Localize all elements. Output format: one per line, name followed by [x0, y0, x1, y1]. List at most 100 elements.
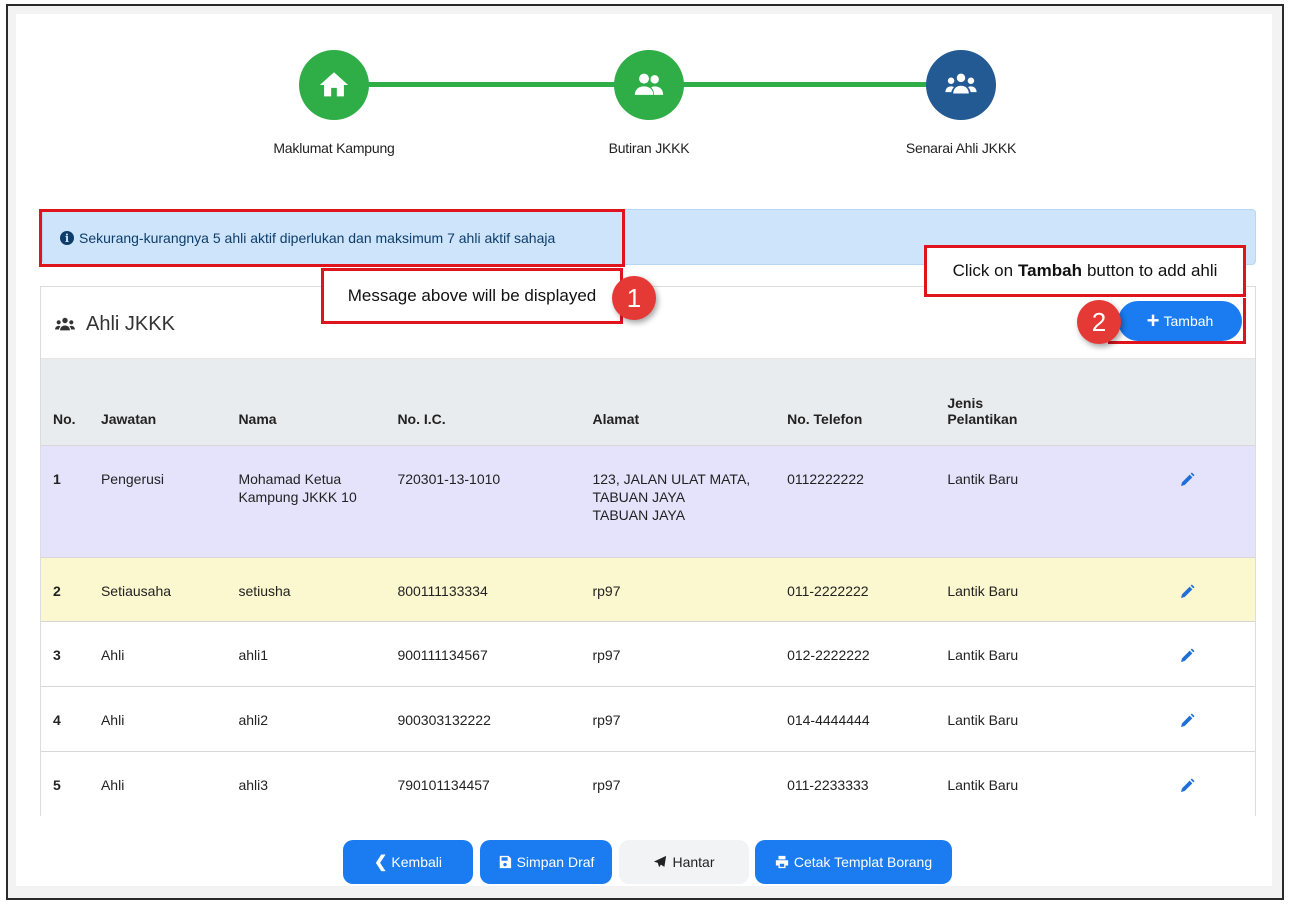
pencil-icon[interactable] — [1179, 583, 1195, 600]
cell-pelantikan: Lantik Baru — [947, 582, 1019, 599]
cell-alamat: rp97 — [592, 582, 621, 599]
col-telefon: No. Telefon — [787, 410, 863, 427]
cell-nama: Mohamad Ketua Kampung JKKK 10 — [226, 445, 385, 557]
paper-plane-icon — [654, 855, 667, 868]
cell-nama: ahli1 — [238, 646, 269, 663]
cell-nama: setiusha — [238, 582, 291, 599]
kembali-label: Kembali — [391, 854, 442, 870]
badge-2-number: 2 — [1091, 306, 1107, 337]
cell-actions — [1107, 445, 1255, 557]
step-label: Senarai Ahli JKKK — [905, 140, 1017, 156]
group-icon — [55, 317, 75, 330]
annotation-badge-2: 2 — [1077, 300, 1121, 344]
ahli-table: No. Jawatan Nama No. I.C. Alamat No. Tel… — [41, 359, 1255, 816]
table-row: 2 Setiausaha setiusha 800111133334 rp97 … — [41, 557, 1255, 621]
simpan-draf-label: Simpan Draf — [516, 854, 595, 870]
cell-alamat: rp97 — [592, 776, 621, 793]
cell-pelantikan: Lantik Baru — [947, 711, 1019, 728]
cell-jawatan: Ahli — [100, 776, 125, 793]
card-title: Ahli JKKK — [54, 313, 175, 336]
cell-no: 5 — [53, 776, 61, 793]
step-label: Butiran JKKK — [608, 140, 690, 156]
cell-alamat: 123, JALAN ULAT MATA, TABUAN JAYA TABUAN… — [580, 445, 775, 557]
col-no: No. — [53, 410, 76, 427]
step-butiran-jkkk[interactable]: Butiran JKKK — [549, 50, 749, 156]
info-alert-message: i Sekurang-kurangnya 5 ahli aktif diperl… — [39, 209, 625, 267]
callout-2-prefix: Click on — [952, 261, 1014, 280]
chevron-left-icon: ❮ — [374, 854, 388, 871]
cell-ic: 900111134567 — [397, 646, 488, 663]
cell-telefon: 014-4444444 — [787, 711, 870, 728]
cell-telefon: 011-2222222 — [787, 582, 869, 599]
cell-ic: 800111133334 — [397, 582, 488, 599]
hantar-button[interactable]: Hantar — [619, 840, 749, 884]
pencil-icon[interactable] — [1179, 471, 1195, 488]
cell-nama: ahli3 — [238, 776, 269, 793]
table-row: 5 Ahli ahli3 790101134457 rp97 011-22333… — [41, 751, 1255, 816]
table-row: 3 Ahli ahli1 900111134567 rp97 012-22222… — [41, 621, 1255, 686]
col-pelantikan-label: Jenis Pelantikan — [947, 394, 1018, 427]
alamat-line: 123, JALAN ULAT MATA, — [592, 470, 751, 487]
table-header-row: No. Jawatan Nama No. I.C. Alamat No. Tel… — [41, 359, 1255, 445]
cell-ic: 790101134457 — [397, 776, 490, 793]
cell-actions — [1107, 621, 1255, 686]
step-label: Maklumat Kampung — [273, 140, 395, 156]
cell-nama: ahli2 — [238, 711, 269, 728]
cetak-label: Cetak Templat Borang — [793, 854, 933, 870]
table-row: 4 Ahli ahli2 900303132222 rp97 014-44444… — [41, 686, 1255, 751]
info-circle-icon: i — [60, 231, 74, 245]
col-alamat: Alamat — [592, 410, 640, 427]
badge-1-number: 1 — [626, 282, 642, 313]
cell-pelantikan: Lantik Baru — [947, 646, 1019, 663]
annotation-callout-1: Message above will be displayed — [321, 268, 623, 324]
cell-alamat: rp97 — [592, 646, 621, 663]
users-icon — [634, 73, 664, 95]
cell-actions — [1107, 751, 1255, 816]
cell-no: 2 — [53, 582, 61, 599]
callout-2-suffix: button to add ahli — [1086, 261, 1218, 280]
step-maklumat-kampung[interactable]: Maklumat Kampung — [234, 50, 434, 156]
col-nama: Nama — [238, 410, 277, 427]
col-ic: No. I.C. — [397, 410, 446, 427]
simpan-draf-button[interactable]: Simpan Draf — [480, 840, 612, 884]
cell-actions — [1107, 686, 1255, 751]
save-icon — [499, 855, 511, 869]
cell-jawatan: Ahli — [100, 646, 125, 663]
print-icon — [775, 855, 788, 869]
annotation-highlight-tambah — [1108, 298, 1246, 344]
cell-jawatan: Pengerusi — [100, 470, 165, 487]
cell-jawatan: Setiausaha — [100, 582, 172, 599]
pencil-icon[interactable] — [1179, 777, 1195, 794]
annotation-callout-2: Click on Tambah button to add ahli — [924, 245, 1246, 297]
cell-telefon: 011-2233333 — [787, 776, 869, 793]
cell-actions — [1107, 557, 1255, 621]
col-actions — [1107, 359, 1255, 445]
alamat-line: TABUAN JAYA — [592, 506, 686, 523]
col-pelantikan: Jenis Pelantikan — [935, 359, 1106, 445]
col-jawatan: Jawatan — [100, 410, 157, 427]
annotation-badge-1: 1 — [612, 276, 656, 320]
step-senarai-ahli[interactable]: Senarai Ahli JKKK — [861, 50, 1061, 156]
group-icon — [945, 73, 977, 94]
pencil-icon[interactable] — [1179, 647, 1195, 664]
cell-jawatan: Ahli — [100, 711, 125, 728]
table-row: 1 Pengerusi Mohamad Ketua Kampung JKKK 1… — [41, 445, 1255, 557]
cell-no: 4 — [53, 711, 61, 728]
cell-pelantikan: Lantik Baru — [947, 776, 1019, 793]
callout-2-bold: Tambah — [1018, 261, 1082, 280]
cell-nama-text: Mohamad Ketua Kampung JKKK 10 — [238, 470, 357, 505]
cell-alamat: rp97 — [592, 711, 621, 728]
step-circle — [299, 50, 369, 120]
kembali-button[interactable]: ❮ Kembali — [343, 840, 473, 884]
alert-text: Sekurang-kurangnya 5 ahli aktif diperluk… — [79, 230, 556, 246]
alamat-line: TABUAN JAYA — [592, 488, 686, 505]
cell-ic: 720301-13-1010 — [397, 470, 501, 487]
card-title-text: Ahli JKKK — [86, 313, 175, 335]
cell-ic: 900303132222 — [397, 711, 491, 728]
home-icon — [319, 72, 349, 97]
cell-no: 1 — [53, 470, 61, 487]
step-circle — [614, 50, 684, 120]
cetak-templat-button[interactable]: Cetak Templat Borang — [755, 840, 952, 884]
cell-pelantikan: Lantik Baru — [947, 470, 1019, 487]
pencil-icon[interactable] — [1179, 712, 1195, 729]
